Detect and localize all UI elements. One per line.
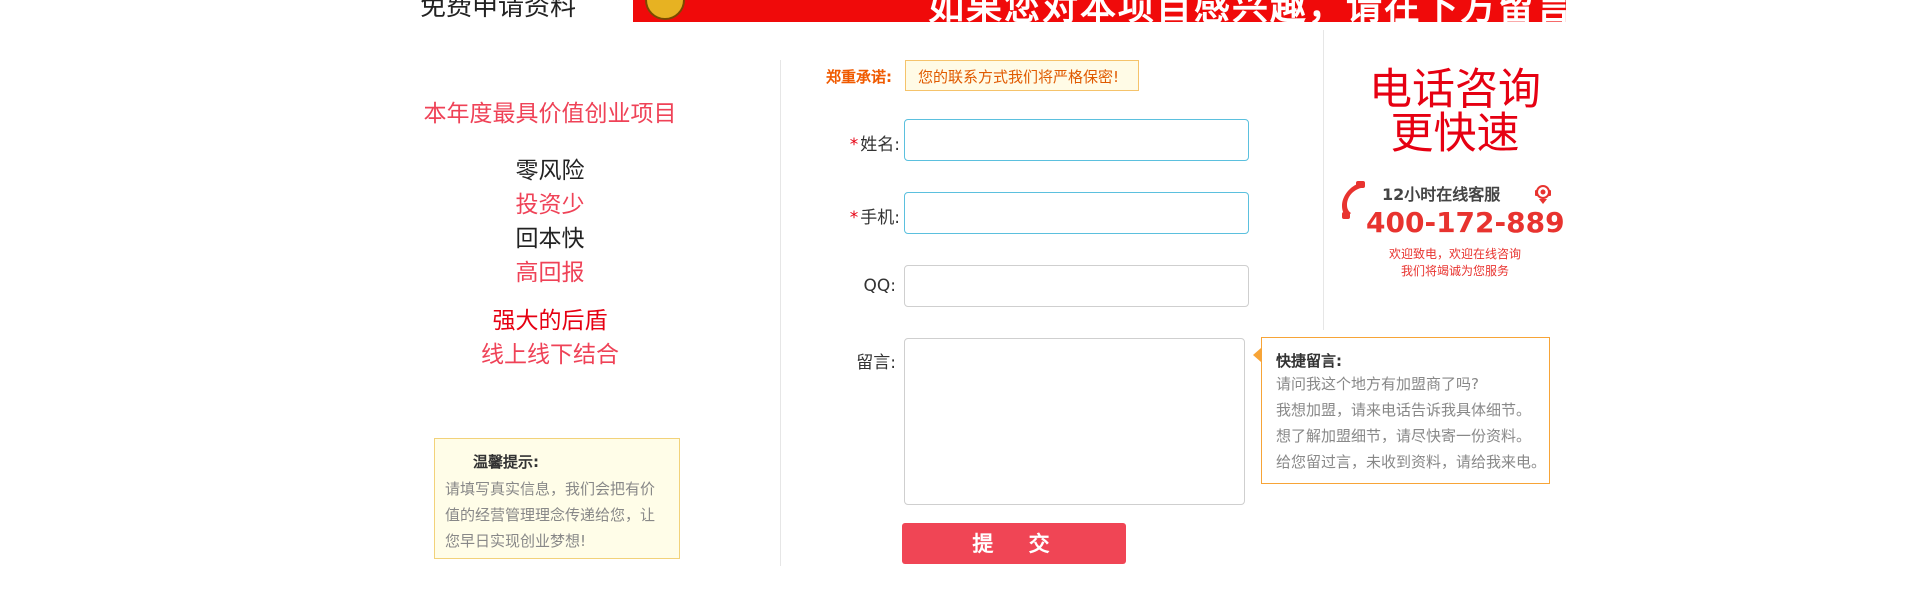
welcome-text: 欢迎致电，欢迎在线咨询 我们将竭诚为您服务 xyxy=(1330,246,1580,280)
quick-message-item[interactable]: 我想加盟，请来电话告诉我具体细节。 xyxy=(1276,397,1549,423)
qq-input[interactable] xyxy=(905,266,1248,306)
divider xyxy=(1323,30,1324,330)
feature-item: 高回报 xyxy=(515,260,585,286)
call-headline: 电话咨询 更快速 xyxy=(1330,68,1580,156)
name-input[interactable] xyxy=(905,120,1248,160)
quick-title: 快捷留言: xyxy=(1276,352,1342,370)
left-column: 本年度最具价值创业项目 零风险 投资少 回本快 高回报 强大的后盾 线上线下结合 xyxy=(400,88,700,372)
phone-label-text: 手机: xyxy=(860,208,900,228)
name-label-text: 姓名: xyxy=(860,135,900,155)
required-mark: * xyxy=(849,135,859,155)
welcome-line: 欢迎致电，欢迎在线咨询 xyxy=(1388,247,1521,261)
quick-arrow xyxy=(1253,348,1261,362)
qq-label: QQ: xyxy=(863,276,897,296)
service-label: 12小时在线客服 xyxy=(1382,185,1501,204)
quick-message-item[interactable]: 给您留过言，未收到资料，请给我来电。 xyxy=(1276,449,1549,475)
header-left-title: 免费申请资料 xyxy=(420,0,577,22)
quick-message-item[interactable]: 想了解加盟细节，请尽快寄一份资料。 xyxy=(1276,423,1549,449)
required-mark: * xyxy=(849,208,859,228)
promise-notice: 您的联系方式我们将严格保密! xyxy=(905,60,1139,91)
phone-icon xyxy=(1336,180,1368,224)
message-label: 留言: xyxy=(856,353,896,373)
message-field[interactable] xyxy=(904,338,1245,505)
call-headline-line2: 更快速 xyxy=(1390,109,1520,159)
phone-field[interactable] xyxy=(904,192,1249,234)
name-field[interactable] xyxy=(904,119,1249,161)
tagline: 本年度最具价值创业项目 xyxy=(423,101,677,127)
name-label: * 姓名: xyxy=(830,130,900,155)
call-headline-line1: 电话咨询 xyxy=(1369,65,1541,115)
feature-item: 零风险 xyxy=(515,158,585,184)
feature-item: 投资少 xyxy=(515,192,585,218)
quick-message-box: 快捷留言: 请问我这个地方有加盟商了吗? 我想加盟，请来电话告诉我具体细节。 想… xyxy=(1261,337,1550,484)
quick-message-item[interactable]: 请问我这个地方有加盟商了吗? xyxy=(1276,371,1549,397)
submit-button[interactable]: 提 交 xyxy=(902,523,1126,564)
header-banner: 如果您对本项目感兴趣，请在下方留言 xyxy=(633,0,1566,22)
tip-box: 温馨提示: 请填写真实信息，我们会把有价值的经营管理理念传递给您，让您早日实现创… xyxy=(434,438,680,559)
phone-number[interactable]: 400-172-889 xyxy=(1366,206,1565,239)
feature-list: 零风险 投资少 回本快 高回报 xyxy=(400,154,700,290)
phone-label: * 手机: xyxy=(830,203,900,228)
divider xyxy=(780,60,781,566)
backing-item: 强大的后盾 xyxy=(492,308,608,334)
feature-item: 回本快 xyxy=(515,226,585,252)
badge-icon xyxy=(645,0,685,20)
tip-body: 请填写真实信息，我们会把有价值的经营管理理念传递给您，让您早日实现创业梦想! xyxy=(445,480,656,550)
qq-field[interactable] xyxy=(904,265,1249,307)
message-textarea[interactable] xyxy=(905,339,1244,504)
banner-text: 如果您对本项目感兴趣，请在下方留言 xyxy=(928,0,1566,22)
backing-item: 线上线下结合 xyxy=(481,342,619,368)
phone-input[interactable] xyxy=(905,193,1248,233)
backing-list: 强大的后盾 线上线下结合 xyxy=(400,304,700,372)
promise-label: 郑重承诺: xyxy=(826,68,892,86)
tip-title: 温馨提示: xyxy=(473,453,539,471)
welcome-line: 我们将竭诚为您服务 xyxy=(1400,264,1509,278)
